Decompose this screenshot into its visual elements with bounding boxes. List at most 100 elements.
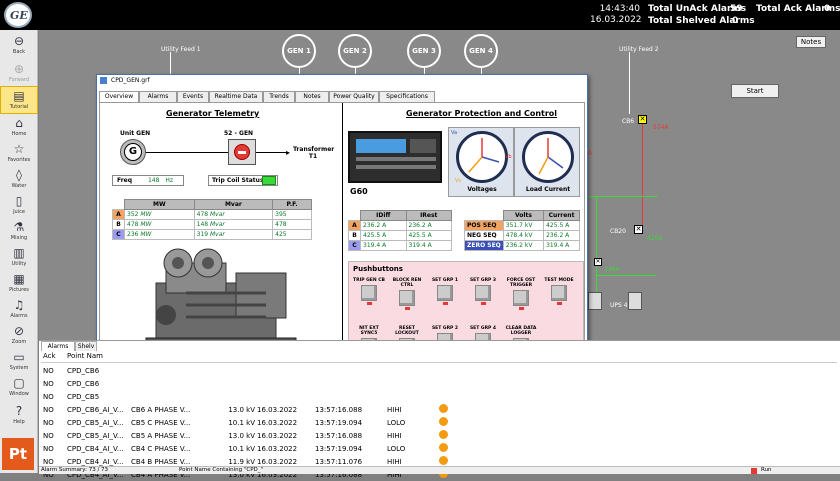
mw-unit: MW [140, 231, 152, 238]
tab-trends[interactable]: Trends [263, 91, 295, 102]
notes-button[interactable]: Notes [796, 36, 826, 48]
table-row[interactable]: NO CPD_CB5 [41, 390, 837, 403]
alarm-point-name: CPD_CB5_AI_V... [67, 431, 124, 440]
sidebar-item-alarms[interactable]: ♫ Alarms [0, 296, 38, 324]
pushbutton-force-ost-trigger[interactable]: FORCE OST TRIGGER [503, 278, 539, 322]
mvar-value: 148 [196, 221, 209, 228]
sidebar-item-forward[interactable]: ⊕ Forward [0, 60, 38, 88]
sidebar-item-home[interactable]: ⌂ Home [0, 114, 38, 142]
tab-shelved[interactable]: Shelv [75, 341, 97, 351]
sidebar-item-label: Home [11, 131, 27, 137]
gen-3[interactable]: GEN 3 [407, 34, 441, 68]
star-icon: ☆ [13, 142, 25, 156]
table-row: C 319.4 A 319.4 A [348, 240, 452, 251]
alarm-value: 10.1 kV [228, 444, 255, 453]
gen-1[interactable]: GEN 1 [282, 34, 316, 68]
column-ack[interactable]: Ack [41, 351, 65, 363]
column-point-name[interactable]: Point Nam [65, 351, 129, 363]
tab-notes[interactable]: Notes [295, 91, 329, 102]
alarm-date: 16.03.2022 [257, 444, 298, 453]
generator-symbol[interactable]: G [120, 139, 146, 165]
alarm-table: Ack Point Nam [41, 351, 837, 363]
sidebar-item-system[interactable]: ▭ System [0, 348, 38, 376]
sidebar-item-water[interactable]: ◊ Water [0, 166, 38, 194]
sidebar-item-label: Alarms [10, 313, 28, 319]
cb6-feeder-line [642, 124, 643, 234]
pushbutton-trip-gen-cb[interactable]: TRIP GEN CB [351, 278, 387, 322]
table-row[interactable]: NO CPD_CB4_AI_V... CB4 C PHASE V... 10.1 kV… [41, 442, 837, 455]
alarm-dot-icon [439, 430, 448, 439]
alarm-indicator [437, 377, 837, 390]
cb20-breaker-icon[interactable]: ✕ [634, 225, 643, 234]
bottle-icon: ▯ [15, 194, 23, 208]
sidebar-item-juice[interactable]: ▯ Juice [0, 192, 38, 220]
alarm-state: LOLO [387, 418, 406, 427]
generator-symbol-letter: G [124, 143, 142, 161]
alarm-ack: NO [43, 444, 54, 453]
load-current-gauge[interactable]: Load Current [514, 127, 580, 197]
mw-value: 352 [127, 211, 139, 218]
sidebar-item-tutorial[interactable]: ▤ Tutorial [0, 86, 38, 114]
alarm-indicator [437, 416, 837, 429]
tab-alarms[interactable]: Alarms [139, 91, 177, 102]
pushbutton-set-grp-1[interactable]: SET GRP 1 [427, 278, 463, 322]
pushbutton-label: TRIP GEN CB [353, 278, 385, 283]
seq-volts: 478.4 kV [502, 230, 545, 241]
tab-alarms[interactable]: Alarms [41, 341, 75, 351]
breaker-icon-3[interactable]: ✕ [594, 258, 602, 266]
start-button[interactable]: Start [731, 84, 779, 98]
shelved-alarms-value: 0 [732, 16, 739, 26]
idiff-table: IDiff IRest A 236.2 A 236.2 A B 425.5 A … [348, 210, 452, 251]
cb6-breaker-icon[interactable]: ✕ [638, 115, 647, 124]
breaker-label: 52 - GEN [224, 130, 254, 137]
table-row[interactable]: NO CPD_CB6 [41, 377, 837, 390]
table-row: A 352 MW 478 Mvar 395 [112, 209, 312, 220]
sidebar-item-label: Zoom [11, 339, 27, 345]
sidebar-item-mixing[interactable]: ⚗ Mixing [0, 218, 38, 246]
unit-gen-label: Unit GEN [120, 130, 151, 137]
pushbutton-test-mode[interactable]: TEST MODE [541, 278, 577, 322]
sidebar-item-back[interactable]: ⊖ Back [0, 32, 38, 60]
sidebar-item-pictures[interactable]: ▦ Pictures [0, 270, 38, 298]
irest-value: 425.5 A [405, 230, 452, 241]
tab-events[interactable]: Events [177, 91, 209, 102]
gen-2[interactable]: GEN 2 [338, 34, 372, 68]
voltages-gauge[interactable]: Va Vb Vc Voltages [448, 127, 514, 197]
sidebar-item-help[interactable]: ? Help [0, 402, 38, 430]
gen-4[interactable]: GEN 4 [464, 34, 498, 68]
pf-value: 478 [272, 219, 312, 230]
table-row[interactable]: NO CPD_CB6 [41, 364, 837, 377]
table-row[interactable]: NO CPD_CB5_AI_V... CB5 A PHASE V... 13.0 kV… [41, 429, 837, 442]
sidebar-item-favorites[interactable]: ☆ Favorites [0, 140, 38, 168]
alarm-point-name: CPD_CB4_AI_V... [67, 444, 124, 453]
ups-device-2[interactable] [628, 292, 642, 310]
seq-current: 319.4 A [543, 240, 580, 251]
pushbutton-block-ren-ctrl[interactable]: BLOCK REN CTRL [389, 278, 425, 322]
tab-specifications[interactable]: Specifications [379, 91, 435, 102]
run-indicator-icon [751, 468, 757, 474]
tab-power-quality[interactable]: Power Quality [329, 91, 379, 102]
ups-device-1[interactable] [588, 292, 602, 310]
sidebar-item-window[interactable]: ▢ Window [0, 374, 38, 402]
gen-to-breaker-line [146, 152, 228, 153]
alarm-state: HIHI [387, 431, 402, 440]
table-row[interactable]: NO CPD_CB5_AI_V... CB5 C PHASE V... 10.1 kV… [41, 416, 837, 429]
sidebar-item-utility[interactable]: ▥ Utility [0, 244, 38, 272]
clock: 14:43:40 16.03.2022 [590, 4, 642, 26]
window-titlebar: CPD_GEN.grf [97, 75, 587, 87]
breaker-52-gen[interactable] [228, 139, 256, 165]
alarm-ack: NO [43, 379, 54, 388]
pushbutton-label: RESET LOCKOUT [395, 326, 419, 336]
voltages-label: Voltages [467, 186, 497, 193]
clock-time: 14:43:40 [599, 4, 640, 14]
header-current: Current [543, 210, 580, 221]
sidebar-item-zoom[interactable]: ⊘ Zoom [0, 322, 38, 350]
alarm-ack: NO [43, 392, 54, 401]
idiff-value: 236.2 A [360, 220, 407, 231]
phase-c: C [348, 240, 361, 251]
pushbutton-set-grp-3[interactable]: SET GRP 3 [465, 278, 501, 322]
window-app-icon [100, 77, 107, 84]
pictures-icon: ▦ [13, 272, 25, 286]
table-row[interactable]: NO CPD_CB6_AI_V... CB6 A PHASE V... 13.0 kV… [41, 403, 837, 416]
tab-realtime-data[interactable]: Realtime Data [209, 91, 263, 102]
